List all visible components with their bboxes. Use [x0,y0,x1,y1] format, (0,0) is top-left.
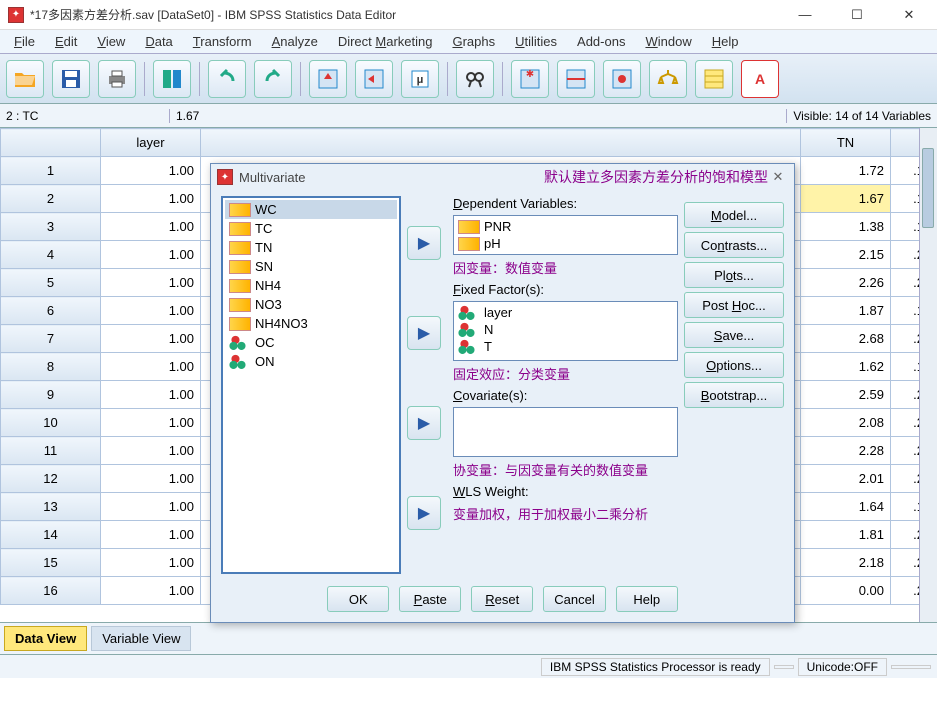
ff-var-T[interactable]: T [456,338,675,355]
covariate-list[interactable] [453,407,678,457]
unicode-status: Unicode:OFF [798,658,887,676]
fixed-factor-label: Fixed Factor(s): [453,282,678,297]
menu-direct-marketing[interactable]: Direct Marketing [328,32,443,51]
title-annotation: 默认建立多因素方差分析的饱和模型 [544,167,768,187]
menu-help[interactable]: Help [702,32,749,51]
contrasts-button[interactable]: Contrasts... [684,232,784,258]
variable-view-tab[interactable]: Variable View [91,626,191,651]
window-title: *17多因素方差分析.sav [DataSet0] - IBM SPSS Sta… [30,6,785,23]
menu-utilities[interactable]: Utilities [505,32,567,51]
goto-var-button[interactable] [355,60,393,98]
options-button[interactable]: Options... [684,352,784,378]
close-button[interactable]: ✕ [889,5,929,25]
value-labels-button[interactable] [695,60,733,98]
src-var-OC[interactable]: OC [225,333,397,352]
toolbar: μ ✱ A [0,54,937,104]
src-var-ON[interactable]: ON [225,352,397,371]
view-tabs: Data View Variable View [0,622,937,654]
ok-button[interactable]: OK [327,586,389,612]
ff-var-layer[interactable]: layer [456,304,675,321]
app-icon: ✦ [8,7,24,23]
src-var-SN[interactable]: SN [225,257,397,276]
src-var-NH4[interactable]: NH4 [225,276,397,295]
dialog-title: Multivariate [239,170,524,185]
source-variable-list[interactable]: WCTCTNSNNH4NO3NH4NO3OCON [221,196,401,574]
move-to-covariate-button[interactable]: ▶ [407,406,441,440]
menu-transform[interactable]: Transform [183,32,262,51]
covariate-label: Covariate(s): [453,388,678,403]
recall-dialog-button[interactable] [153,60,191,98]
use-sets-button[interactable]: A [741,60,779,98]
title-bar: ✦ *17多因素方差分析.sav [DataSet0] - IBM SPSS S… [0,0,937,30]
processor-status: IBM SPSS Statistics Processor is ready [541,658,770,676]
select-cases-button[interactable] [603,60,641,98]
menu-graphs[interactable]: Graphs [442,32,505,51]
dep-var-pH[interactable]: pH [456,235,675,252]
save-button[interactable] [52,60,90,98]
menu-add-ons[interactable]: Add-ons [567,32,635,51]
menu-analyze[interactable]: Analyze [262,32,328,51]
src-var-TN[interactable]: TN [225,238,397,257]
dep-var-PNR[interactable]: PNR [456,218,675,235]
data-view-tab[interactable]: Data View [4,626,87,651]
find-button[interactable] [456,60,494,98]
menu-view[interactable]: View [87,32,135,51]
dependent-label: Dependent Variables: [453,196,678,211]
menu-file[interactable]: File [4,32,45,51]
covariate-annotation: 协变量：与因变量有关的数值变量 [453,460,678,479]
cancel-button[interactable]: Cancel [543,586,605,612]
visible-vars: Visible: 14 of 14 Variables [786,109,937,123]
dialog-close-button[interactable]: ✕ [768,167,788,187]
src-var-NH4NO3[interactable]: NH4NO3 [225,314,397,333]
menu-window[interactable]: Window [635,32,701,51]
open-button[interactable] [6,60,44,98]
maximize-button[interactable]: ☐ [837,5,877,25]
fixed-factor-annotation: 固定效应：分类变量 [453,364,678,383]
wls-label: WLS Weight: [453,484,678,499]
bootstrap-button[interactable]: Bootstrap... [684,382,784,408]
fixed-factor-list[interactable]: layerNT [453,301,678,361]
svg-text:μ: μ [417,74,424,86]
goto-case-button[interactable] [309,60,347,98]
dependent-list[interactable]: PNRpH [453,215,678,255]
help-button[interactable]: Help [616,586,678,612]
redo-button[interactable] [254,60,292,98]
src-var-TC[interactable]: TC [225,219,397,238]
move-to-dependent-button[interactable]: ▶ [407,226,441,260]
save-button[interactable]: Save... [684,322,784,348]
src-var-NO3[interactable]: NO3 [225,295,397,314]
cell-value[interactable]: 1.67 [170,109,786,123]
cell-reference-bar: 2 : TC 1.67 Visible: 14 of 14 Variables [0,104,937,128]
dependent-annotation: 因变量：数值变量 [453,258,678,277]
move-to-wls-button[interactable]: ▶ [407,496,441,530]
print-button[interactable] [98,60,136,98]
multivariate-dialog: ✦ Multivariate 默认建立多因素方差分析的饱和模型 ✕ WCTCTN… [210,163,795,623]
move-to-fixed-button[interactable]: ▶ [407,316,441,350]
reset-button[interactable]: Reset [471,586,533,612]
variables-button[interactable]: μ [401,60,439,98]
undo-button[interactable] [208,60,246,98]
svg-text:A: A [755,71,765,87]
model-button[interactable]: Model... [684,202,784,228]
ff-var-N[interactable]: N [456,321,675,338]
src-var-WC[interactable]: WC [225,200,397,219]
insert-case-button[interactable]: ✱ [511,60,549,98]
paste-button[interactable]: Paste [399,586,461,612]
posthoc-button[interactable]: Post Hoc... [684,292,784,318]
svg-text:✱: ✱ [526,69,534,80]
menu-edit[interactable]: Edit [45,32,87,51]
menu-bar: FileEditViewDataTransformAnalyzeDirect M… [0,30,937,54]
weight-button[interactable] [649,60,687,98]
wls-annotation: 变量加权，用于加权最小二乘分析 [453,504,678,523]
split-file-button[interactable] [557,60,595,98]
minimize-button[interactable]: — [785,5,825,25]
menu-data[interactable]: Data [135,32,182,51]
plots-button[interactable]: Plots... [684,262,784,288]
vertical-scrollbar[interactable] [919,128,937,622]
cell-ref: 2 : TC [0,109,170,123]
dialog-icon: ✦ [217,169,233,185]
status-bar: IBM SPSS Statistics Processor is ready U… [0,654,937,678]
